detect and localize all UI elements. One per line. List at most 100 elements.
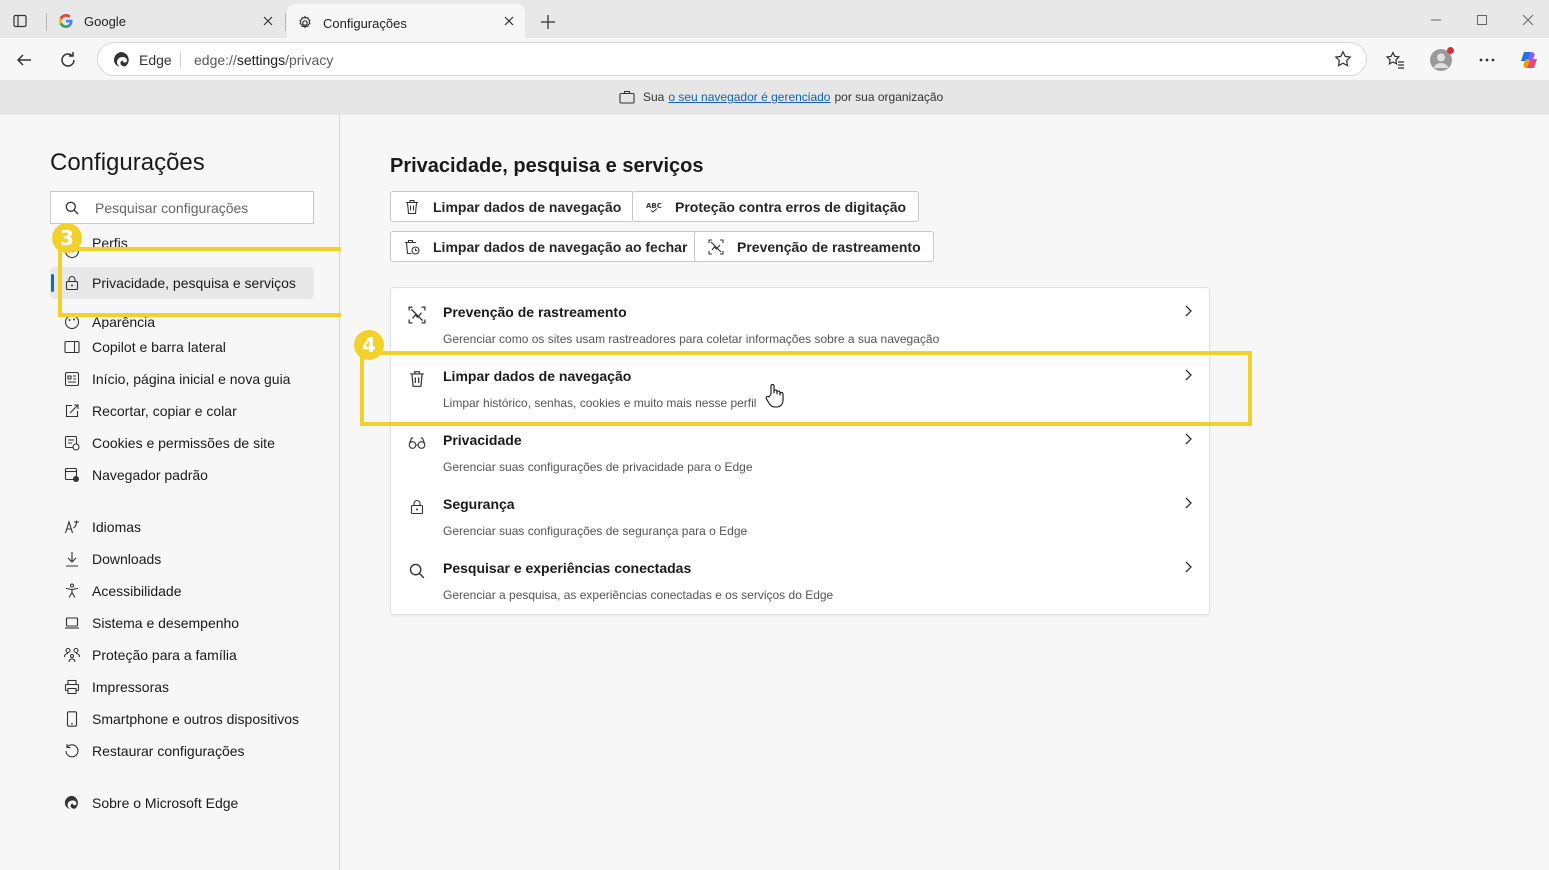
sidebar-item-label: Copilot e barra lateral xyxy=(92,339,226,355)
row-security[interactable]: Segurança Gerenciar suas configurações d… xyxy=(391,480,1211,544)
profile-button[interactable] xyxy=(1427,46,1455,74)
minimize-button[interactable] xyxy=(1423,8,1449,32)
sidebar-item-clipboard[interactable]: Recortar, copiar e colar xyxy=(50,395,314,427)
sidebar-item-system[interactable]: Sistema e desempenho xyxy=(50,607,314,639)
share-icon xyxy=(63,402,81,420)
favorite-star-button[interactable] xyxy=(1334,50,1352,68)
sidebar-item-label: Privacidade, pesquisa e serviços xyxy=(92,275,296,291)
sidebar-icon xyxy=(63,338,81,356)
button-label: Prevenção de rastreamento xyxy=(737,238,921,255)
sidebar-item-home[interactable]: Início, página inicial e nova guia xyxy=(50,363,314,395)
sidebar-item-label: Sistema e desempenho xyxy=(92,615,240,631)
tab-actions-button[interactable] xyxy=(6,8,34,34)
close-icon xyxy=(1522,14,1534,26)
back-button[interactable] xyxy=(10,46,38,74)
omnibox-separator xyxy=(180,52,181,68)
sidebar-item-phone[interactable]: Smartphone e outros dispositivos xyxy=(50,703,314,735)
sidebar-title: Configurações xyxy=(50,149,205,176)
url-prefix: edge:// xyxy=(194,52,237,68)
edge-icon xyxy=(63,794,81,812)
maximize-button[interactable] xyxy=(1469,8,1495,32)
sidebar-item-label: Aparência xyxy=(92,314,156,329)
close-icon xyxy=(263,16,273,26)
refresh-button[interactable] xyxy=(54,46,82,74)
row-privacy[interactable]: Privacidade Gerenciar suas configurações… xyxy=(391,416,1211,480)
main-content: Privacidade, pesquisa e serviços Limpar … xyxy=(341,115,1549,870)
copilot-button[interactable] xyxy=(1515,46,1543,74)
url-text[interactable]: edge://settings/privacy xyxy=(194,52,333,68)
tab-strip: Google Configurações xyxy=(0,0,1549,42)
sidebar-item-label: Downloads xyxy=(92,551,162,567)
row-description: Limpar histórico, senhas, cookies e muit… xyxy=(443,396,757,410)
row-clear-browsing-data[interactable]: Limpar dados de navegação Limpar históri… xyxy=(391,352,1211,416)
home-icon xyxy=(63,370,81,388)
sidebar-item-family[interactable]: Proteção para a família xyxy=(50,639,314,671)
download-icon xyxy=(63,550,81,568)
minimize-icon xyxy=(1431,19,1441,21)
sidebar-item-cookies[interactable]: Cookies e permissões de site xyxy=(50,427,314,459)
search-box[interactable] xyxy=(50,191,314,224)
edge-icon xyxy=(113,51,131,69)
address-bar[interactable]: Edge edge://settings/privacy xyxy=(97,42,1367,76)
appearance-icon xyxy=(63,313,81,329)
row-title: Limpar dados de navegação xyxy=(443,368,632,384)
briefcase-icon xyxy=(619,90,635,104)
arrow-left-icon xyxy=(16,54,31,66)
sidebar-item-label: Cookies e permissões de site xyxy=(92,435,275,451)
spellcheck-icon: ABC xyxy=(645,198,663,216)
family-icon xyxy=(63,646,81,664)
close-tab-button[interactable] xyxy=(501,13,517,29)
tracking-icon xyxy=(707,238,725,256)
chevron-right-icon xyxy=(1185,561,1192,573)
sidebar-item-languages[interactable]: Idiomas xyxy=(50,511,314,543)
tab-settings[interactable]: Configurações xyxy=(287,4,525,42)
tab-google[interactable]: Google xyxy=(48,4,284,38)
search-input[interactable] xyxy=(95,198,305,218)
tracking-prevention-button[interactable]: Prevenção de rastreamento xyxy=(694,231,934,262)
new-tab-button[interactable] xyxy=(535,9,561,35)
sidebar-item-about[interactable]: Sobre o Microsoft Edge xyxy=(50,787,314,819)
settings-card: Prevenção de rastreamento Gerenciar como… xyxy=(390,287,1210,615)
trash-clock-icon xyxy=(403,238,421,256)
google-icon xyxy=(58,13,74,29)
managed-link[interactable]: o seu navegador é gerenciado xyxy=(668,90,830,104)
clear-on-close-button[interactable]: Limpar dados de navegação ao fechar xyxy=(390,231,701,262)
plus-icon xyxy=(541,15,555,29)
row-search-connected[interactable]: Pesquisar e experiências conectadas Gere… xyxy=(391,544,1211,608)
cookies-icon xyxy=(63,434,81,452)
chevron-right-icon xyxy=(1185,305,1192,317)
row-title: Pesquisar e experiências conectadas xyxy=(443,560,692,576)
button-label: Limpar dados de navegação ao fechar xyxy=(433,238,688,255)
row-title: Segurança xyxy=(443,496,515,512)
omnibox-label: Edge xyxy=(139,52,172,68)
row-tracking-prevention[interactable]: Prevenção de rastreamento Gerenciar como… xyxy=(391,288,1211,352)
sidebar-item-accessibility[interactable]: Acessibilidade xyxy=(50,575,314,607)
avatar xyxy=(1430,47,1454,71)
sidebar-item-reset[interactable]: Restaurar configurações xyxy=(50,735,314,767)
button-label: Limpar dados de navegação xyxy=(433,198,622,215)
accessibility-icon xyxy=(63,582,81,600)
typo-protection-button[interactable]: ABC Proteção contra erros de digitação xyxy=(632,191,920,222)
close-tab-button[interactable] xyxy=(260,13,276,29)
url-host: settings xyxy=(236,52,286,68)
sidebar-item-privacy[interactable]: Privacidade, pesquisa e serviços xyxy=(50,267,314,299)
sidebar-item-downloads[interactable]: Downloads xyxy=(50,543,314,575)
more-options-button[interactable] xyxy=(1473,46,1501,74)
glasses-icon xyxy=(407,433,427,453)
favorites-icon xyxy=(1385,51,1404,69)
favorites-button[interactable] xyxy=(1381,46,1409,74)
tab-separator xyxy=(46,13,47,31)
sidebar-item-appearance[interactable]: Aparência xyxy=(50,299,314,329)
row-description: Gerenciar suas configurações de privacid… xyxy=(443,460,753,474)
copilot-icon xyxy=(1521,52,1537,68)
clear-browsing-data-button[interactable]: Limpar dados de navegação xyxy=(390,191,635,222)
close-window-button[interactable] xyxy=(1515,8,1541,32)
page-title: Privacidade, pesquisa e serviços xyxy=(390,155,704,177)
sidebar-item-copilot[interactable]: Copilot e barra lateral xyxy=(50,331,314,363)
infobar-suffix: por sua organização xyxy=(834,90,944,104)
sidebar-item-printers[interactable]: Impressoras xyxy=(50,671,314,703)
printer-icon xyxy=(63,678,81,696)
sidebar-item-perfis[interactable]: Perfis xyxy=(50,236,314,266)
tab-separator xyxy=(285,13,286,31)
sidebar-item-default-browser[interactable]: Navegador padrão xyxy=(50,459,314,491)
